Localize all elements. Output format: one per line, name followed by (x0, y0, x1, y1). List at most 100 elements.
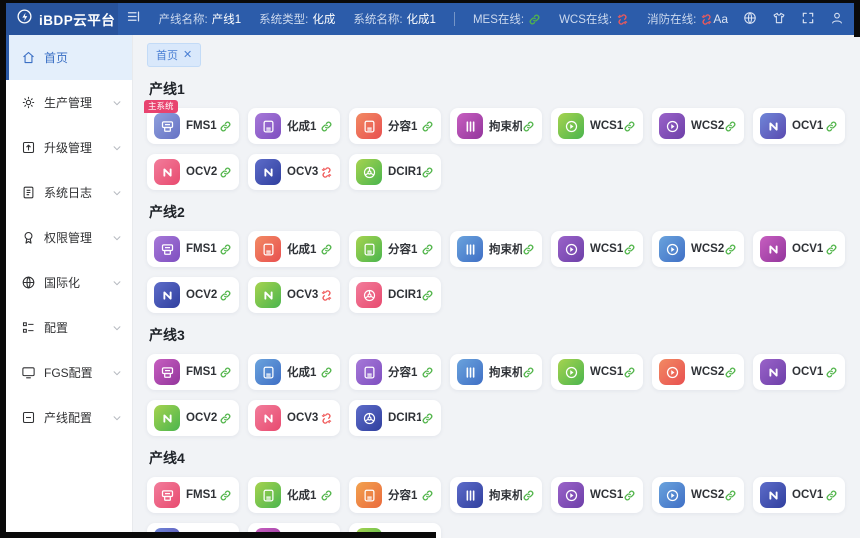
chevron-down-icon (112, 278, 122, 288)
system-card[interactable]: WCS2 (652, 231, 744, 267)
tab-home[interactable]: 首页 ✕ (147, 43, 201, 67)
link-icon (219, 120, 232, 133)
chevron-down-icon (112, 188, 122, 198)
system-card[interactable]: WCS2 (652, 108, 744, 144)
system-card[interactable]: WCS2 (652, 477, 744, 513)
system-card[interactable]: OCV1 (753, 354, 845, 390)
link-icon (219, 243, 232, 256)
link-icon (219, 289, 232, 302)
system-card[interactable]: OCV3 (248, 154, 340, 190)
sidebar-item-production[interactable]: 生产管理 (6, 80, 132, 125)
link-icon (724, 243, 737, 256)
home-icon (21, 50, 36, 65)
sidebar-item-fgs[interactable]: FGS配置 (6, 350, 132, 395)
sidebar-item-label: 配置 (44, 319, 112, 336)
system-card[interactable]: 拘束机 (450, 108, 542, 144)
system-card[interactable]: 拘束机 (450, 477, 542, 513)
wcs-icon (558, 236, 584, 262)
system-card[interactable]: OCV3 (248, 277, 340, 313)
system-card[interactable]: OCV2 (147, 400, 239, 436)
card-label: 化成1 (287, 118, 320, 134)
header-info-field: 产线名称:产线1 (159, 11, 242, 27)
user-button[interactable] (830, 11, 844, 28)
system-card[interactable]: OCV2 (147, 277, 239, 313)
tray-icon (255, 482, 281, 508)
system-card[interactable]: OCV1 (753, 231, 845, 267)
wcs-icon (659, 236, 685, 262)
system-card[interactable]: 分容1 (349, 108, 441, 144)
card-label: WCS2 (691, 120, 724, 132)
sidebar-item-lineconfig[interactable]: 产线配置 (6, 395, 132, 440)
sidebar-item-home[interactable]: 首页 (6, 35, 132, 80)
sidebar-item-i18n[interactable]: 国际化 (6, 260, 132, 305)
books-icon (457, 359, 483, 385)
sidebar-fold-button[interactable] (118, 3, 149, 35)
system-card[interactable]: OCV3 (248, 400, 340, 436)
link-icon (623, 489, 636, 502)
system-card[interactable]: OCV1 (753, 108, 845, 144)
system-card[interactable]: 主系统FMS1 (147, 108, 239, 144)
card-label: WCS2 (691, 489, 724, 501)
sidebar-item-label: 产线配置 (44, 409, 112, 426)
tab-close-icon[interactable]: ✕ (183, 50, 192, 61)
system-card[interactable]: 拘束机 (450, 231, 542, 267)
system-card[interactable]: WCS1 (551, 108, 643, 144)
link-icon (219, 366, 232, 379)
fullscreen-button[interactable] (801, 11, 815, 28)
sidebar-item-upgrade[interactable]: 升级管理 (6, 125, 132, 170)
system-card[interactable]: WCS1 (551, 354, 643, 390)
system-card[interactable]: WCS1 (551, 477, 643, 513)
theme-button[interactable] (772, 11, 786, 28)
link-icon (623, 366, 636, 379)
info-value: 化成 (312, 11, 335, 27)
card-label: OCV1 (792, 243, 825, 255)
font-size-button[interactable]: Aa (713, 12, 728, 26)
sidebar-item-permission[interactable]: 权限管理 (6, 215, 132, 260)
ocv-icon (760, 236, 786, 262)
system-card[interactable]: OCV1 (753, 477, 845, 513)
sidebar-item-label: 权限管理 (44, 229, 112, 246)
info-label: 系统名称: (353, 11, 402, 27)
language-button[interactable] (743, 11, 757, 28)
chevron-down-icon (112, 323, 122, 333)
status-label: 消防在线: (647, 11, 696, 27)
system-card[interactable]: DCIR1 (349, 400, 441, 436)
system-card[interactable]: FMS1 (147, 354, 239, 390)
system-card[interactable]: 分容1 (349, 477, 441, 513)
system-card[interactable]: 分容1 (349, 231, 441, 267)
dcir-icon (356, 405, 382, 431)
link-icon (825, 489, 838, 502)
wcs-icon (659, 113, 685, 139)
chevron-down-icon (112, 143, 122, 153)
system-card[interactable]: 化成1 (248, 108, 340, 144)
card-label: WCS1 (590, 120, 623, 132)
system-card[interactable]: 化成1 (248, 354, 340, 390)
system-card[interactable]: FMS1 (147, 477, 239, 513)
system-card[interactable]: OCV2 (147, 154, 239, 190)
system-card[interactable]: 化成1 (248, 477, 340, 513)
card-label: 化成1 (287, 364, 320, 380)
link-icon (522, 243, 535, 256)
system-card[interactable]: 化成1 (248, 231, 340, 267)
card-label: WCS2 (691, 366, 724, 378)
system-card[interactable]: 拘束机 (450, 354, 542, 390)
sidebar-item-log[interactable]: 系统日志 (6, 170, 132, 215)
system-card[interactable]: 分容1 (349, 354, 441, 390)
tray-icon (255, 236, 281, 262)
system-card[interactable]: DCIR1 (349, 277, 441, 313)
card-label: WCS2 (691, 243, 724, 255)
language-icon (743, 11, 757, 28)
card-label: OCV2 (186, 412, 219, 424)
system-card[interactable]: WCS1 (551, 231, 643, 267)
system-card[interactable]: WCS2 (652, 354, 744, 390)
fullscreen-icon (801, 11, 815, 28)
system-card[interactable]: DCIR1 (349, 154, 441, 190)
section-title: 产线3 (149, 325, 846, 345)
link-icon (724, 120, 737, 133)
sidebar-item-config[interactable]: 配置 (6, 305, 132, 350)
link-icon (219, 166, 232, 179)
card-label: FMS1 (186, 120, 219, 132)
ocv-icon (255, 159, 281, 185)
card-label: OCV3 (287, 166, 320, 178)
system-card[interactable]: FMS1 (147, 231, 239, 267)
